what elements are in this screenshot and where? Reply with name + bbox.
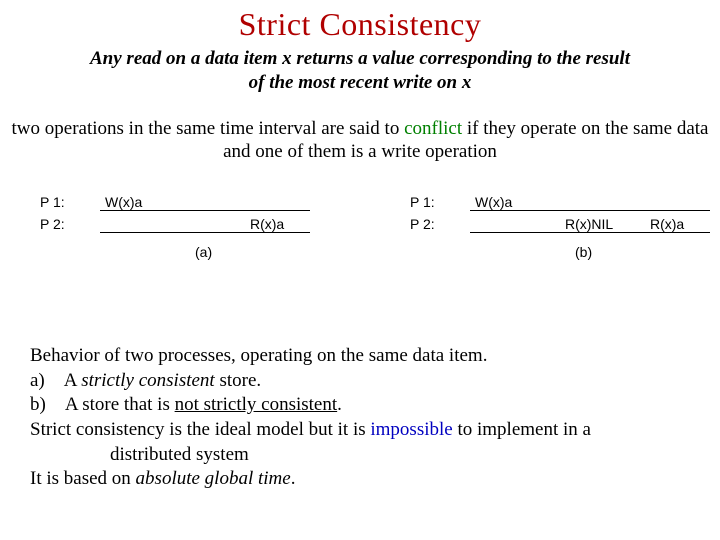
beh-b-label: b) [30,394,46,415]
beh-b-u: not strictly consistent [175,394,338,415]
beh-l4-pre: Strict consistency is the ideal model bu… [30,419,370,440]
lbl-b-rxa: R(x)a [650,216,684,232]
caption-a: (a) [195,244,212,260]
lbl-a-rxa: R(x)a [250,216,284,232]
lbl-b-p2: P 2: [410,216,435,232]
lbl-a-p1: P 1: [40,194,65,210]
conflict-text: two operations in the same time interval… [2,117,718,165]
beh-l6-em: absolute global time [136,468,291,489]
lbl-a-p2: P 2: [40,216,65,232]
conflict-word: conflict [404,118,462,139]
beh-a-em: strictly consistent [81,370,215,391]
line-a-p1 [100,210,310,211]
beh-item-b: b) A store that is not strictly consiste… [30,393,690,418]
line-b-p1 [470,210,710,211]
conflict-pre: two operations in the same time interval… [12,118,405,139]
beh-item-a: a) A strictly consistent store. [30,369,690,394]
lbl-b-p1: P 1: [410,194,435,210]
beh-l4-blue: impossible [370,419,452,440]
beh-l6-pre: It is based on [30,468,136,489]
lbl-b-wxa: W(x)a [475,194,512,210]
beh-intro: Behavior of two processes, operating on … [30,344,690,369]
beh-strict-line: Strict consistency is the ideal model bu… [30,418,690,443]
beh-a-pre: A [64,370,81,391]
beh-a-label: a) [30,370,45,391]
definition: Any read on a data item x returns a valu… [10,47,710,95]
slide-title: Strict Consistency [0,0,720,43]
lbl-a-wxa: W(x)a [105,194,142,210]
beh-time-line: It is based on absolute global time. [30,467,690,492]
caption-b: (b) [575,244,592,260]
beh-l5: distributed system [30,443,690,468]
lbl-b-rxnil: R(x)NIL [565,216,613,232]
diagram: P 1: W(x)a P 2: R(x)a (a) P 1: W(x)a P 2… [0,194,720,304]
definition-line1: Any read on a data item x returns a valu… [90,48,630,69]
beh-b-post: . [337,394,342,415]
beh-l6-post: . [291,468,296,489]
beh-a-post: store. [215,370,261,391]
definition-line2: of the most recent write on x [249,72,472,93]
beh-l4-post: to implement in a [453,419,591,440]
line-a-p2 [100,232,310,233]
beh-b-pre: A store that is [65,394,175,415]
line-b-p2 [470,232,710,233]
behavior-text: Behavior of two processes, operating on … [30,344,690,492]
